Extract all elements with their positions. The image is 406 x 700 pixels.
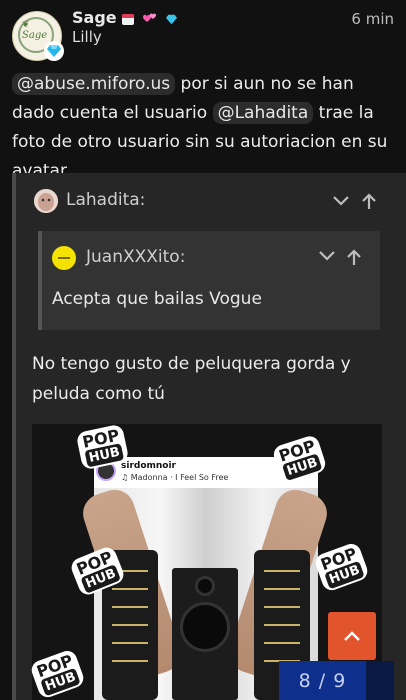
hearts-icon [143,13,156,22]
post-body: @abuse.miforo.us por si aun no se han da… [12,70,396,186]
speaker [172,568,238,700]
quote-author-avatar[interactable] [34,189,58,213]
diamond-icon [47,45,61,57]
inner-quote-text: Acepta que bailas Vogue [52,289,262,309]
pager-text: 8 / 9 [298,669,347,692]
mention-abuse[interactable]: @abuse.miforo.us [12,73,176,95]
inner-quote-author-name: JuanXXXito: [86,247,186,267]
inner-quote-block [38,231,380,330]
arrow-up-icon[interactable] [360,192,378,215]
card-username: sirdomnoir [121,461,176,471]
arrow-up-icon[interactable] [345,248,363,271]
gem-icon [166,14,177,25]
card-song: ♫ Madonna · I Feel So Free [121,473,229,482]
quote-reply-text: No tengo gusto de peluquera gorda y pelu… [32,354,351,404]
post-time[interactable]: 6 min [351,10,394,28]
avatar-logo-icon [58,257,70,259]
chevron-down-icon[interactable] [331,192,351,213]
chevron-down-icon[interactable] [317,248,337,268]
leaf-icon: ❦ [22,20,30,30]
author-name[interactable]: Sage [72,8,117,27]
mention-lahadita[interactable]: @Lahadita [212,102,314,124]
calendar-icon [122,14,134,25]
face-icon [34,189,58,213]
user-flair [44,41,64,61]
post-pager[interactable]: 8 / 9 [279,661,366,700]
chevron-up-icon [344,631,360,641]
woofer [180,602,230,652]
author-subname: Lilly [72,28,102,46]
tweeter [195,576,215,596]
pager-extension [366,661,394,700]
scroll-to-top-button[interactable] [328,612,376,660]
inner-quote-avatar[interactable] [52,246,76,270]
quote-author-name: Lahadita: [66,190,146,210]
avatar-logo-text: Sage [22,30,48,41]
card-song-text: Madonna · I Feel So Free [130,473,229,482]
